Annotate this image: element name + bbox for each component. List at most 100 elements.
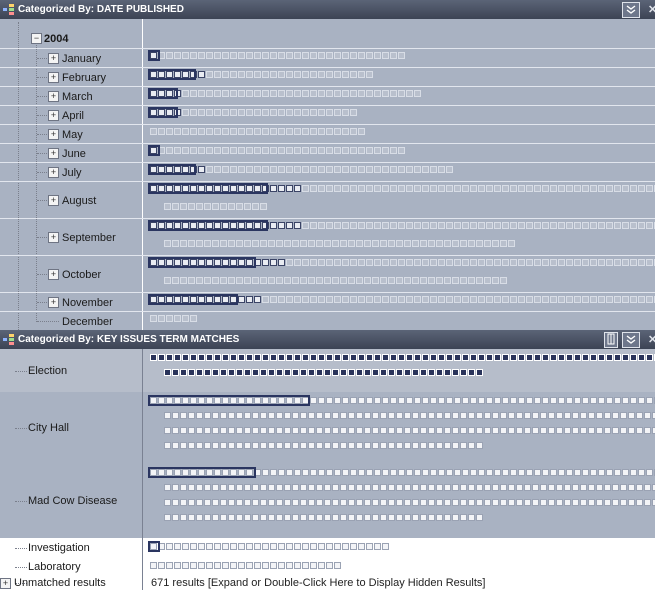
result-cell[interactable] bbox=[196, 203, 203, 210]
result-cell[interactable] bbox=[350, 397, 357, 404]
result-cell[interactable] bbox=[188, 499, 195, 506]
result-cell[interactable] bbox=[638, 354, 645, 361]
result-cell[interactable] bbox=[334, 109, 341, 116]
result-cell[interactable] bbox=[604, 412, 611, 419]
result-cell[interactable] bbox=[212, 442, 219, 449]
result-cell[interactable] bbox=[420, 499, 427, 506]
result-cell[interactable] bbox=[588, 499, 595, 506]
result-cell[interactable] bbox=[262, 354, 269, 361]
result-cell[interactable] bbox=[372, 499, 379, 506]
result-cell[interactable] bbox=[268, 484, 275, 491]
issue-row-city-hall[interactable]: City Hall bbox=[0, 392, 655, 465]
result-cell[interactable] bbox=[596, 484, 603, 491]
result-cell[interactable] bbox=[358, 71, 365, 78]
result-cell[interactable] bbox=[262, 469, 269, 476]
result-cell[interactable] bbox=[422, 469, 429, 476]
result-cell[interactable] bbox=[254, 562, 261, 569]
result-cell[interactable] bbox=[574, 222, 581, 229]
result-cell[interactable] bbox=[182, 52, 189, 59]
result-cell[interactable] bbox=[230, 128, 237, 135]
result-cell[interactable] bbox=[204, 427, 211, 434]
result-cell[interactable] bbox=[246, 543, 253, 550]
result-cell[interactable] bbox=[628, 412, 635, 419]
result-cell[interactable] bbox=[294, 52, 301, 59]
result-cell[interactable] bbox=[582, 354, 589, 361]
result-cell[interactable] bbox=[478, 185, 485, 192]
result-cell[interactable] bbox=[444, 442, 451, 449]
result-cell[interactable] bbox=[238, 296, 245, 303]
result-cell[interactable] bbox=[494, 397, 501, 404]
result-cell[interactable] bbox=[438, 296, 445, 303]
result-cell[interactable] bbox=[406, 296, 413, 303]
result-cell[interactable] bbox=[364, 499, 371, 506]
result-cell[interactable] bbox=[252, 442, 259, 449]
result-cell[interactable] bbox=[268, 240, 275, 247]
result-cell[interactable] bbox=[182, 90, 189, 97]
result-cell[interactable] bbox=[268, 369, 275, 376]
result-cell[interactable] bbox=[254, 147, 261, 154]
result-cell[interactable] bbox=[454, 296, 461, 303]
plus-expander-icon[interactable]: + bbox=[48, 129, 59, 140]
result-cell[interactable] bbox=[318, 562, 325, 569]
result-cell[interactable] bbox=[292, 277, 299, 284]
result-cell[interactable] bbox=[254, 354, 261, 361]
result-cell[interactable] bbox=[220, 484, 227, 491]
result-cell[interactable] bbox=[222, 166, 229, 173]
result-cell[interactable] bbox=[246, 147, 253, 154]
result-cell[interactable] bbox=[278, 469, 285, 476]
result-cell[interactable] bbox=[286, 562, 293, 569]
result-cell[interactable] bbox=[278, 562, 285, 569]
result-cell[interactable] bbox=[180, 499, 187, 506]
result-cell[interactable] bbox=[182, 543, 189, 550]
result-cell[interactable] bbox=[182, 354, 189, 361]
result-cell[interactable] bbox=[326, 397, 333, 404]
result-cell[interactable] bbox=[276, 240, 283, 247]
result-cell[interactable] bbox=[550, 397, 557, 404]
result-cell[interactable] bbox=[164, 240, 171, 247]
result-cell[interactable] bbox=[198, 90, 205, 97]
result-cell[interactable] bbox=[564, 484, 571, 491]
result-cell[interactable] bbox=[196, 442, 203, 449]
result-cell[interactable] bbox=[486, 469, 493, 476]
result-cell[interactable] bbox=[614, 296, 621, 303]
result-cell[interactable] bbox=[238, 52, 245, 59]
result-cell[interactable] bbox=[286, 147, 293, 154]
result-cell[interactable] bbox=[420, 427, 427, 434]
result-cell[interactable] bbox=[166, 128, 173, 135]
result-cell[interactable] bbox=[294, 109, 301, 116]
result-cell[interactable] bbox=[388, 484, 395, 491]
result-cell[interactable] bbox=[406, 397, 413, 404]
result-cell[interactable] bbox=[350, 128, 357, 135]
result-cell[interactable] bbox=[574, 185, 581, 192]
result-cell[interactable] bbox=[630, 296, 637, 303]
result-cell[interactable] bbox=[278, 147, 285, 154]
result-cell[interactable] bbox=[246, 90, 253, 97]
result-cell[interactable] bbox=[270, 90, 277, 97]
result-cell[interactable] bbox=[318, 52, 325, 59]
result-cell[interactable] bbox=[348, 499, 355, 506]
result-cell[interactable] bbox=[492, 277, 499, 284]
result-cell[interactable] bbox=[270, 52, 277, 59]
result-cell[interactable] bbox=[342, 543, 349, 550]
result-cell[interactable] bbox=[438, 222, 445, 229]
result-cell[interactable] bbox=[398, 222, 405, 229]
result-cell[interactable] bbox=[244, 427, 251, 434]
result-cell[interactable] bbox=[252, 427, 259, 434]
result-cell[interactable] bbox=[286, 90, 293, 97]
result-cell[interactable] bbox=[238, 128, 245, 135]
result-cell[interactable] bbox=[460, 499, 467, 506]
result-cell[interactable] bbox=[582, 185, 589, 192]
result-cell[interactable] bbox=[518, 354, 525, 361]
result-cell[interactable] bbox=[324, 442, 331, 449]
result-cell[interactable] bbox=[644, 499, 651, 506]
result-cell[interactable] bbox=[630, 397, 637, 404]
result-cell[interactable] bbox=[542, 222, 549, 229]
result-cell[interactable] bbox=[340, 484, 347, 491]
result-cell[interactable] bbox=[340, 499, 347, 506]
result-cell[interactable] bbox=[220, 240, 227, 247]
result-cell[interactable] bbox=[532, 484, 539, 491]
month-row-july[interactable]: + July bbox=[0, 162, 655, 182]
result-cell[interactable] bbox=[446, 166, 453, 173]
result-cell[interactable] bbox=[326, 543, 333, 550]
result-cell[interactable] bbox=[358, 90, 365, 97]
